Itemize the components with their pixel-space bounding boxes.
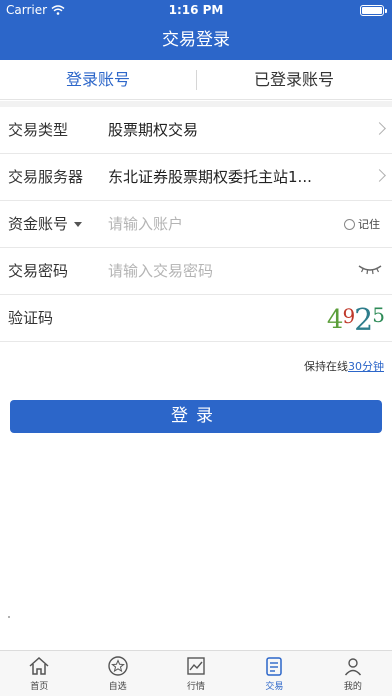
- tabbar-item-home[interactable]: 首页: [0, 651, 78, 696]
- nav-bar: 交易登录: [0, 20, 392, 60]
- status-time: 1:16 PM: [168, 3, 224, 17]
- remember-label: 记住: [358, 218, 380, 231]
- bottom-tab-bar: 首页 自选 行情 交易 我的: [0, 650, 392, 696]
- server-value: 东北证券股票期权委托主站1...: [108, 168, 312, 186]
- account-label: 资金账号: [8, 215, 69, 233]
- login-button[interactable]: 登录: [10, 400, 382, 433]
- account-type-dropdown[interactable]: 资金账号: [8, 201, 83, 248]
- keep-online-label: 保持在线: [304, 360, 348, 373]
- tabbar-label: 首页: [30, 682, 49, 692]
- login-form: 交易类型 股票期权交易 交易服务器 东北证券股票期权委托主站1... 资金账号 …: [0, 107, 392, 342]
- trade-type-label: 交易类型: [8, 121, 69, 139]
- status-bar: Carrier 1:16 PM: [0, 0, 392, 20]
- chevron-right-icon: [373, 169, 386, 182]
- chart-icon: [187, 657, 205, 675]
- trade-icon: [266, 657, 283, 676]
- battery-icon: [360, 5, 387, 16]
- tabbar-label: 交易: [265, 682, 284, 692]
- captcha-label: 验证码: [8, 309, 54, 327]
- tab-logged-in-accounts[interactable]: 已登录账号: [196, 60, 392, 99]
- keep-online: 保持在线30分钟: [304, 358, 384, 374]
- password-input[interactable]: 请输入交易密码: [108, 248, 213, 295]
- password-label: 交易密码: [8, 262, 69, 280]
- captcha-row: 验证码 4925: [0, 295, 392, 342]
- tabbar-item-watchlist[interactable]: 自选: [78, 651, 156, 696]
- star-icon: [107, 656, 128, 676]
- keep-online-duration-link[interactable]: 30分钟: [348, 360, 384, 373]
- account-input[interactable]: 请输入账户: [108, 201, 183, 248]
- caret-down-icon: [74, 222, 83, 227]
- user-icon: [344, 658, 361, 676]
- password-row: 交易密码 请输入交易密码: [0, 248, 392, 295]
- server-label: 交易服务器: [8, 168, 84, 186]
- trade-type-row[interactable]: 交易类型 股票期权交易: [0, 107, 392, 154]
- tabbar-item-market[interactable]: 行情: [157, 651, 235, 696]
- captcha-char: 2: [354, 303, 373, 338]
- decorative-dot: [8, 616, 10, 618]
- trade-type-value: 股票期权交易: [108, 121, 199, 139]
- captcha-char: 9: [342, 304, 355, 328]
- tabbar-label: 我的: [343, 682, 362, 692]
- remember-checkbox[interactable]: 记住: [344, 201, 380, 248]
- tab-divider: [196, 70, 197, 90]
- tabbar-label: 行情: [187, 682, 206, 692]
- radio-icon: [344, 219, 355, 230]
- home-icon: [29, 656, 49, 675]
- captcha-image[interactable]: 4925: [326, 299, 385, 338]
- tab-login-account[interactable]: 登录账号: [0, 60, 196, 99]
- login-tabs: 登录账号 已登录账号: [0, 60, 392, 100]
- tabbar-item-trade[interactable]: 交易: [235, 651, 313, 696]
- page-title: 交易登录: [162, 30, 230, 50]
- account-row: 资金账号 请输入账户 记住: [0, 201, 392, 248]
- server-row[interactable]: 交易服务器 东北证券股票期权委托主站1...: [0, 154, 392, 201]
- chevron-right-icon: [373, 122, 386, 135]
- tabbar-label: 自选: [108, 682, 127, 692]
- captcha-char: 5: [372, 303, 385, 327]
- tabbar-item-mine[interactable]: 我的: [314, 651, 392, 696]
- captcha-char: 4: [326, 305, 344, 335]
- eye-closed-icon[interactable]: [358, 262, 382, 276]
